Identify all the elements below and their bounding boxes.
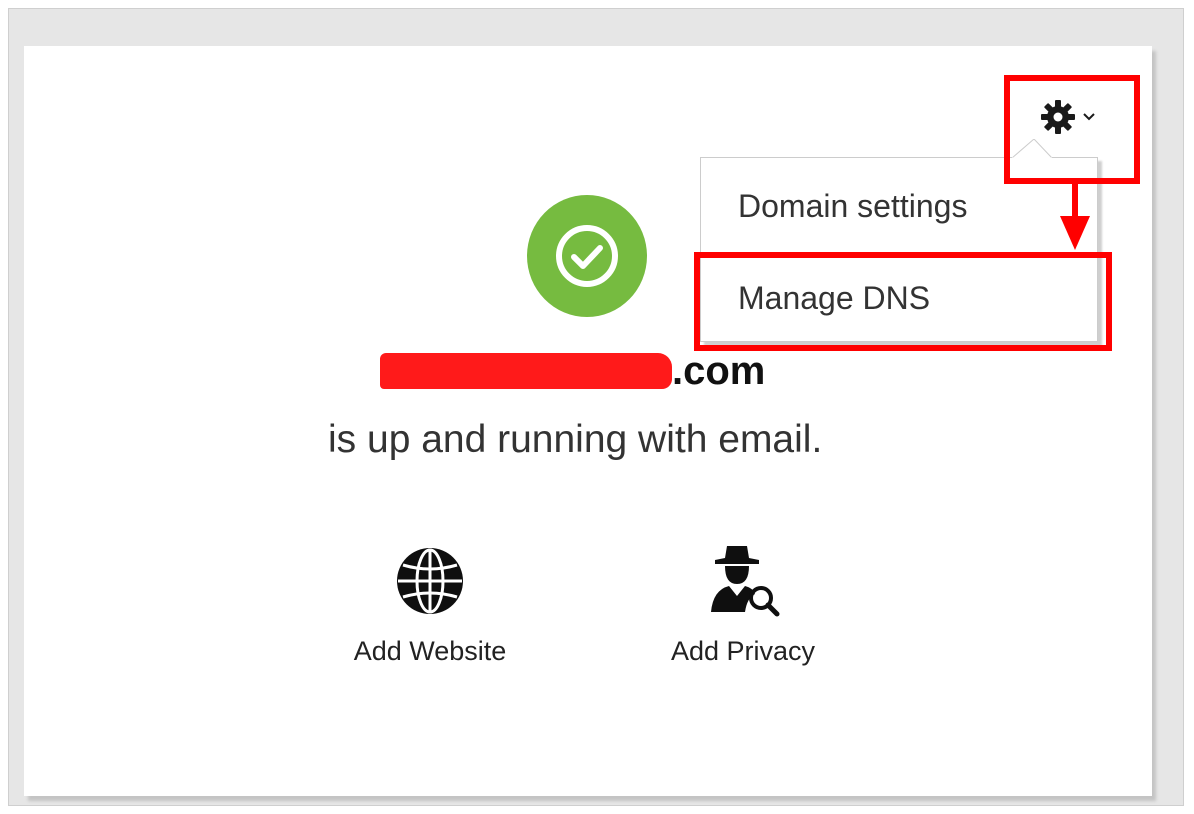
- add-privacy-button[interactable]: Add Privacy: [658, 544, 828, 668]
- domain-suffix: .com: [672, 349, 766, 393]
- annotation-arrow-icon: [1060, 180, 1090, 250]
- status-success-badge: [527, 195, 647, 317]
- annotation-box-manage-dns: [694, 252, 1112, 351]
- domain-name: .com: [380, 345, 800, 397]
- domain-status-text: is up and running with email.: [328, 418, 823, 461]
- menu-item-domain-settings[interactable]: Domain settings: [701, 183, 1097, 229]
- domain-redaction-mark: [380, 353, 672, 389]
- add-website-button[interactable]: Add Website: [340, 544, 520, 668]
- spy-search-icon: [711, 546, 780, 617]
- add-website-label: Add Website: [353, 636, 507, 666]
- add-privacy-label: Add Privacy: [670, 636, 816, 666]
- globe-icon: [397, 548, 463, 614]
- check-circle-icon: [556, 225, 618, 287]
- annotation-box-gear: [1004, 75, 1140, 184]
